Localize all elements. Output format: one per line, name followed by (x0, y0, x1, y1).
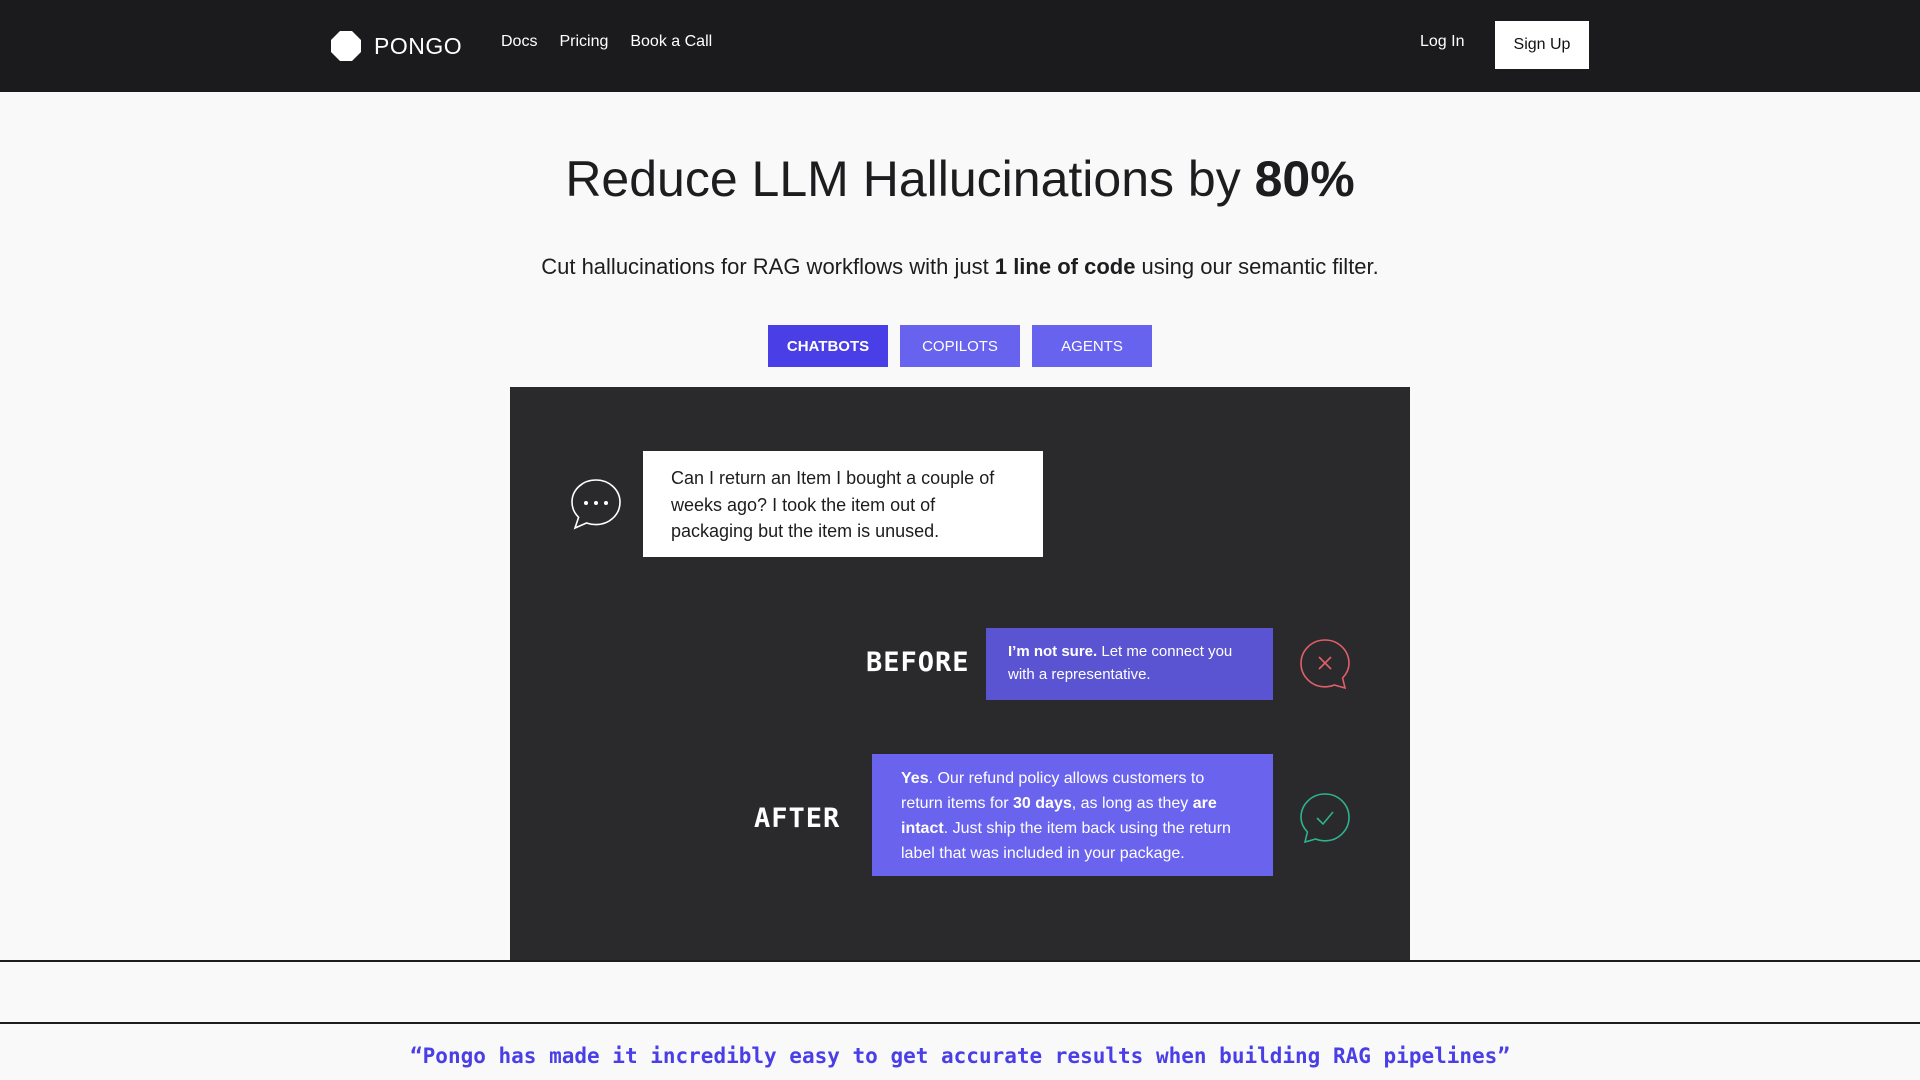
hero-title-highlight: 80% (1254, 151, 1355, 207)
after-label: AFTER (754, 803, 841, 834)
chat-dots-icon (571, 479, 621, 530)
tab-agents[interactable]: AGENTS (1032, 325, 1152, 367)
after-answer-bubble: Yes. Our refund policy allows customers … (872, 754, 1273, 876)
after-answer-bold-1: Yes (901, 770, 929, 787)
brand-name: PONGO (374, 32, 463, 59)
use-case-tabs: CHATBOTS COPILOTS AGENTS (768, 325, 1152, 367)
after-answer-text-3: . Just ship the item back using the retu… (901, 820, 1231, 862)
section-divider-top (0, 960, 1920, 962)
brand-logo[interactable]: PONGO (330, 28, 462, 64)
tab-chatbots[interactable]: CHATBOTS (768, 325, 888, 367)
hero-subtitle-bold: 1 line of code (994, 254, 1136, 279)
signup-button[interactable]: Sign Up (1495, 21, 1589, 69)
user-question-bubble: Can I return an Item I bought a couple o… (643, 451, 1043, 557)
after-answer-text-2: , as long as they (1071, 795, 1193, 812)
demo-panel: Can I return an Item I bought a couple o… (510, 387, 1410, 960)
check-circle-icon (1300, 793, 1350, 844)
nav-link-docs[interactable]: Docs (501, 33, 537, 51)
nav-link-book-a-call[interactable]: Book a Call (630, 33, 712, 51)
top-nav: PONGO Docs Pricing Book a Call Log In Si… (0, 0, 1920, 92)
pongo-logo-icon (331, 31, 361, 61)
nav-link-pricing[interactable]: Pricing (559, 33, 608, 51)
before-answer-bubble: I’m not sure. Let me connect you with a … (986, 628, 1273, 700)
x-circle-icon (1300, 639, 1350, 690)
section-divider-bottom (0, 1022, 1920, 1024)
nav-links: Docs Pricing Book a Call (501, 33, 712, 51)
hero-subtitle-after: using our semantic filter. (1135, 254, 1379, 279)
before-answer-bold: I’m not sure. (1008, 643, 1098, 660)
after-answer-bold-2: 30 days (1013, 795, 1072, 812)
hero-subtitle: Cut hallucinations for RAG workflows wit… (0, 254, 1920, 280)
hero-subtitle-before: Cut hallucinations for RAG workflows wit… (541, 254, 995, 279)
hero-title-prefix: Reduce LLM Hallucinations by (565, 151, 1255, 207)
testimonial-quote: “Pongo has made it incredibly easy to ge… (410, 1044, 1510, 1068)
tab-copilots[interactable]: COPILOTS (900, 325, 1020, 367)
before-label: BEFORE (866, 647, 970, 678)
hero-title: Reduce LLM Hallucinations by 80% (0, 150, 1920, 208)
login-link[interactable]: Log In (1420, 33, 1464, 51)
